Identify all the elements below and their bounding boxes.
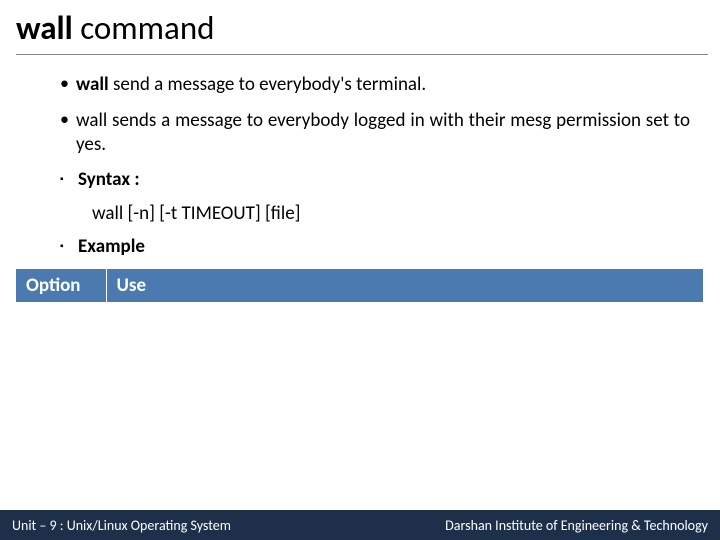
- slide-title-rest: command: [73, 8, 215, 48]
- square-marker: ▪: [60, 235, 78, 253]
- bullet-item: • wall sends a message to everybody logg…: [60, 109, 690, 157]
- bullet1-bold: wall: [76, 73, 109, 96]
- bullet-item: • wall send a message to everybody's ter…: [60, 73, 690, 97]
- footer-right: Darshan Institute of Engineering & Techn…: [445, 517, 708, 534]
- slide: { "title": { "bold": "wall", "rest": " c…: [0, 0, 720, 540]
- syntax-label: Syntax :: [78, 168, 690, 192]
- table: Option Use: [16, 269, 704, 302]
- table-header-option: Option: [16, 269, 106, 302]
- footer-left: Unit – 9 : Unix/Linux Operating System: [12, 517, 231, 534]
- slide-footer: Unit – 9 : Unix/Linux Operating System D…: [0, 510, 720, 540]
- bullet-marker: •: [60, 73, 76, 95]
- bullet-marker: •: [60, 109, 76, 131]
- slide-title-bold: wall: [16, 8, 73, 48]
- syntax-code: wall [-n] [-t TIMEOUT] [file]: [92, 202, 690, 225]
- slide-content: • wall send a message to everybody's ter…: [0, 55, 720, 259]
- table-header-row: Option Use: [16, 269, 704, 302]
- bullet-item: ▪ Syntax :: [60, 168, 690, 192]
- bullet-text: wall send a message to everybody's termi…: [76, 73, 690, 97]
- bullet-text: wall sends a message to everybody logged…: [76, 109, 690, 157]
- slide-title: wall command: [0, 0, 720, 52]
- bullet1-rest: send a message to everybody's terminal.: [109, 73, 427, 96]
- square-marker: ▪: [60, 168, 78, 186]
- table-header-use: Use: [106, 269, 704, 302]
- bullet-item: ▪ Example: [60, 235, 690, 259]
- options-table: Option Use: [16, 269, 704, 302]
- example-label: Example: [78, 235, 690, 259]
